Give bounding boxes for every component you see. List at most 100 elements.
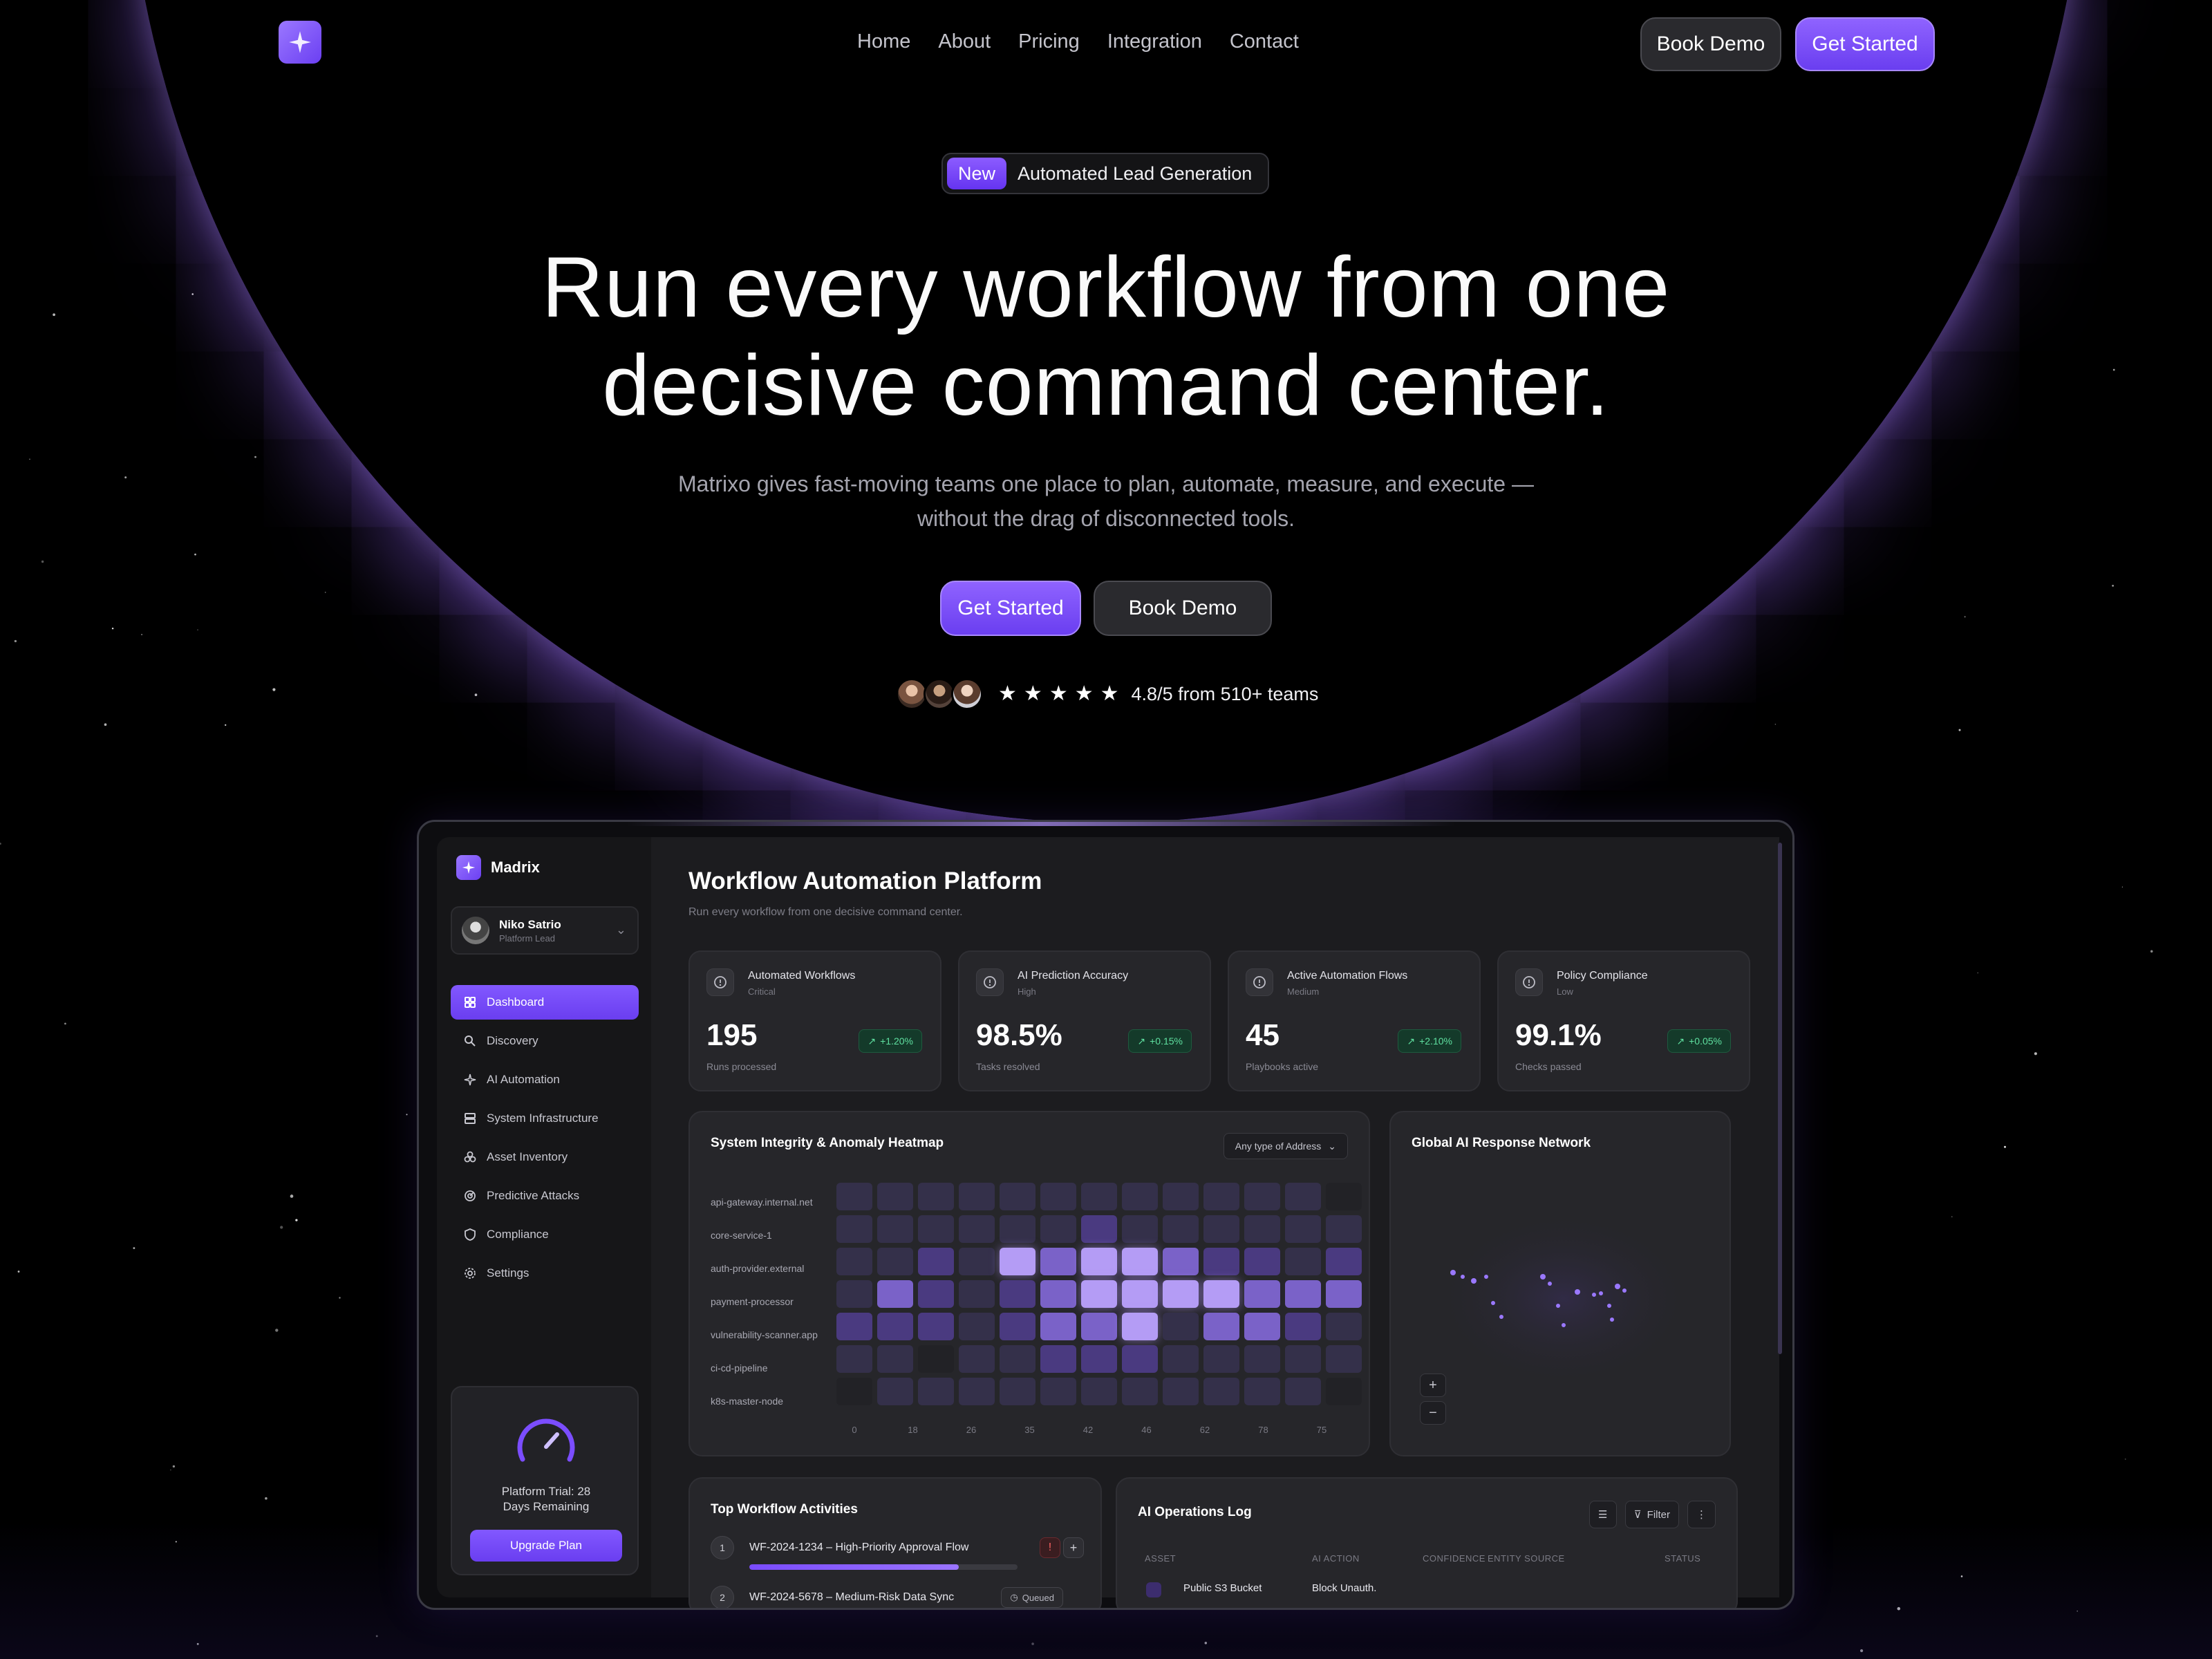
heatmap-cell[interactable] (1244, 1215, 1280, 1243)
heatmap-cell[interactable] (1081, 1215, 1117, 1243)
heatmap-cell[interactable] (959, 1313, 995, 1340)
heatmap-cell[interactable] (1203, 1215, 1239, 1243)
heatmap-cell[interactable] (1000, 1280, 1035, 1308)
heatmap-cell[interactable] (1285, 1248, 1321, 1275)
stat-card[interactable]: Automated Workflows Critical 195 Runs proce… (688, 950, 941, 1091)
heatmap-cell[interactable] (918, 1215, 954, 1243)
heatmap-cell[interactable] (1163, 1280, 1199, 1308)
heatmap-cell[interactable] (877, 1183, 913, 1210)
heatmap-cell[interactable] (1244, 1345, 1280, 1373)
heatmap-cell[interactable] (1244, 1183, 1280, 1210)
heatmap-cell[interactable] (959, 1378, 995, 1405)
heatmap-cell[interactable] (1081, 1378, 1117, 1405)
heatmap-cell[interactable] (918, 1378, 954, 1405)
address-type-dropdown[interactable]: Any type of Address ⌄ (1223, 1133, 1348, 1159)
heatmap-cell[interactable] (877, 1215, 913, 1243)
heatmap-cell[interactable] (1285, 1313, 1321, 1340)
hero-book-demo-button[interactable]: Book Demo (1094, 581, 1272, 636)
zoom-out-button[interactable]: − (1420, 1401, 1446, 1425)
alert-icon[interactable]: ! (1040, 1537, 1060, 1558)
nav-link-contact[interactable]: Contact (1230, 30, 1299, 53)
heatmap-cell[interactable] (1203, 1345, 1239, 1373)
nav-link-integration[interactable]: Integration (1107, 30, 1202, 53)
heatmap-cell[interactable] (836, 1345, 872, 1373)
heatmap-cell[interactable] (1000, 1378, 1035, 1405)
sidebar-item-discovery[interactable]: Discovery (451, 1024, 639, 1058)
heatmap-cell[interactable] (1203, 1183, 1239, 1210)
heatmap-cell[interactable] (1081, 1313, 1117, 1340)
add-icon[interactable]: + (1063, 1537, 1084, 1558)
heatmap-cell[interactable] (1122, 1345, 1158, 1373)
stat-card[interactable]: Policy Compliance Low 99.1% Checks passed ↗ +… (1497, 950, 1750, 1091)
heatmap-cell[interactable] (918, 1183, 954, 1210)
heatmap-cell[interactable] (1000, 1248, 1035, 1275)
heatmap-cell[interactable] (877, 1345, 913, 1373)
heatmap-cell[interactable] (1203, 1280, 1239, 1308)
heatmap-cell[interactable] (877, 1378, 913, 1405)
upgrade-plan-button[interactable]: Upgrade Plan (470, 1530, 622, 1562)
sidebar-item-compliance[interactable]: Compliance (451, 1217, 639, 1252)
heatmap-cell[interactable] (1122, 1215, 1158, 1243)
heatmap-cell[interactable] (836, 1378, 872, 1405)
heatmap-cell[interactable] (836, 1215, 872, 1243)
heatmap-cell[interactable] (1122, 1378, 1158, 1405)
heatmap-cell[interactable] (877, 1248, 913, 1275)
heatmap-cell[interactable] (836, 1280, 872, 1308)
heatmap-cell[interactable] (959, 1248, 995, 1275)
heatmap-cell[interactable] (1040, 1280, 1076, 1308)
heatmap-cell[interactable] (918, 1248, 954, 1275)
heatmap-cell[interactable] (1040, 1183, 1076, 1210)
heatmap-cell[interactable] (1081, 1183, 1117, 1210)
heatmap-cell[interactable] (1081, 1345, 1117, 1373)
heatmap-cell[interactable] (1326, 1313, 1362, 1340)
heatmap-cell[interactable] (959, 1345, 995, 1373)
heatmap-cell[interactable] (877, 1280, 913, 1308)
filter-button[interactable]: ⊽ Filter (1624, 1501, 1679, 1528)
hero-get-started-button[interactable]: Get Started (940, 581, 1081, 636)
heatmap-cell[interactable] (1203, 1248, 1239, 1275)
sidebar-brand[interactable]: Madrix (456, 855, 540, 880)
heatmap-cell[interactable] (959, 1280, 995, 1308)
heatmap-cell[interactable] (1285, 1345, 1321, 1373)
sidebar-item-ai-automation[interactable]: AI Automation (451, 1062, 639, 1097)
brand-logo[interactable] (279, 21, 321, 64)
heatmap-cell[interactable] (1040, 1378, 1076, 1405)
heatmap-cell[interactable] (1326, 1345, 1362, 1373)
heatmap-cell[interactable] (1326, 1378, 1362, 1405)
heatmap-cell[interactable] (1000, 1345, 1035, 1373)
heatmap-cell[interactable] (1000, 1215, 1035, 1243)
heatmap-cell[interactable] (1040, 1215, 1076, 1243)
heatmap-cell[interactable] (1326, 1215, 1362, 1243)
sidebar-item-system-infrastructure[interactable]: System Infrastructure (451, 1101, 639, 1136)
user-switcher[interactable]: Niko Satrio Platform Lead ⌄ (451, 906, 639, 955)
heatmap-cell[interactable] (959, 1183, 995, 1210)
heatmap-cell[interactable] (918, 1313, 954, 1340)
heatmap-cell[interactable] (1326, 1183, 1362, 1210)
heatmap-cell[interactable] (1000, 1183, 1035, 1210)
nav-link-about[interactable]: About (938, 30, 991, 53)
heatmap-cell[interactable] (1081, 1280, 1117, 1308)
heatmap-cell[interactable] (1122, 1248, 1158, 1275)
activity-row[interactable]: 2 WF-2024-5678 – Medium-Risk Data Sync ◷… (711, 1584, 1084, 1608)
heatmap-cell[interactable] (1040, 1345, 1076, 1373)
scrollbar[interactable] (1778, 843, 1782, 1354)
heatmap-cell[interactable] (1163, 1378, 1199, 1405)
heatmap-cell[interactable] (1163, 1313, 1199, 1340)
sliders-icon[interactable]: ☰ (1588, 1501, 1617, 1528)
sidebar-item-settings[interactable]: Settings (451, 1256, 639, 1291)
heatmap-cell[interactable] (836, 1183, 872, 1210)
heatmap-cell[interactable] (1244, 1313, 1280, 1340)
nav-get-started-button[interactable]: Get Started (1795, 17, 1935, 71)
heatmap-cell[interactable] (1000, 1313, 1035, 1340)
heatmap-cell[interactable] (918, 1280, 954, 1308)
heatmap-cell[interactable] (918, 1345, 954, 1373)
stat-card[interactable]: Active Automation Flows Medium 45 Playbooks… (1228, 950, 1481, 1091)
heatmap-cell[interactable] (1163, 1183, 1199, 1210)
more-options-icon[interactable]: ⋮ (1687, 1501, 1716, 1528)
sidebar-item-asset-inventory[interactable]: Asset Inventory (451, 1140, 639, 1174)
heatmap-cell[interactable] (836, 1248, 872, 1275)
heatmap-cell[interactable] (1203, 1378, 1239, 1405)
nav-link-home[interactable]: Home (857, 30, 910, 53)
heatmap-cell[interactable] (1244, 1378, 1280, 1405)
heatmap-cell[interactable] (1326, 1280, 1362, 1308)
